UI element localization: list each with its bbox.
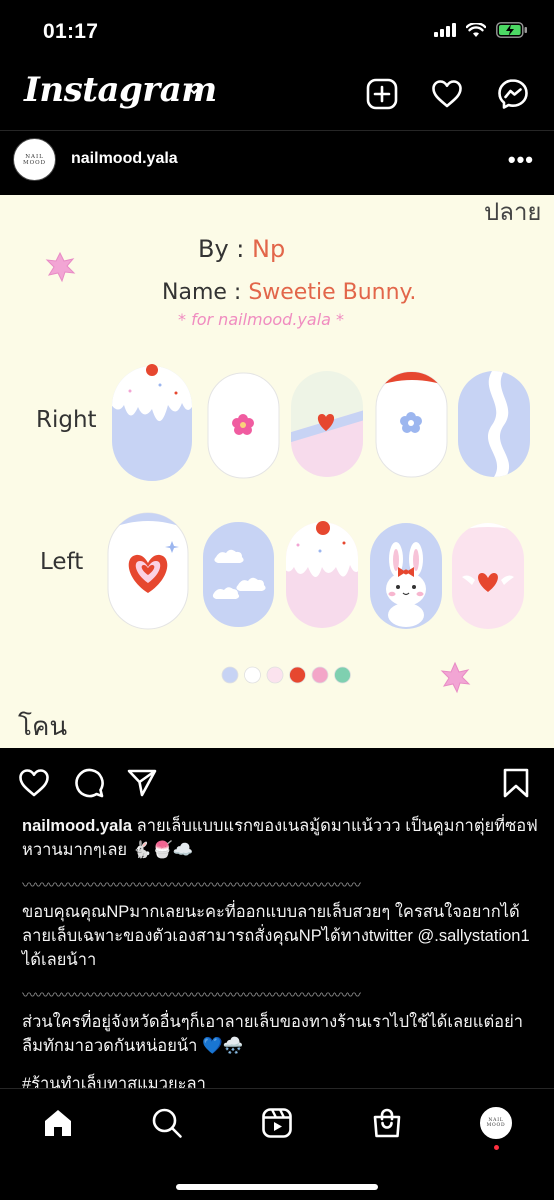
caption-divider: 〰〰〰〰〰〰〰〰〰〰〰〰〰〰〰〰〰〰〰〰〰〰〰〰〰〰 bbox=[22, 877, 361, 893]
nail-left-ring-bunny bbox=[370, 523, 442, 629]
nail-left-middle bbox=[286, 521, 358, 628]
share-button[interactable] bbox=[125, 766, 159, 800]
palette-swatch bbox=[221, 666, 239, 684]
status-time: 01:17 bbox=[43, 20, 99, 43]
by-label: By : bbox=[198, 235, 252, 263]
palette-swatch bbox=[334, 666, 351, 684]
plus-square-icon bbox=[366, 78, 398, 110]
heart-icon bbox=[19, 769, 49, 797]
wifi-icon bbox=[466, 22, 486, 37]
messenger-button[interactable] bbox=[495, 76, 531, 112]
post-header: NAIL MOOD nailmood.yala ••• bbox=[0, 131, 554, 195]
chevron-down-icon[interactable] bbox=[186, 84, 202, 96]
avatar-text-line-2: MOOD bbox=[22, 159, 47, 166]
caption-paragraph-1: nailmood.yala ลายเล็บแบบแรกของเนลมู้ดมาแ… bbox=[22, 814, 538, 862]
home-indicator[interactable] bbox=[176, 1184, 378, 1190]
nav-profile[interactable]: NAIL MOOD bbox=[476, 1103, 516, 1143]
base-label: โคน bbox=[18, 711, 67, 742]
caption-paragraph-2: ขอบคุณคุณNPมากเลยนะคะที่ออกแบบลายเล็บสวย… bbox=[22, 903, 530, 969]
new-post-button[interactable] bbox=[364, 76, 400, 112]
nav-home[interactable] bbox=[38, 1103, 78, 1143]
bookmark-icon bbox=[503, 768, 529, 798]
heart-icon bbox=[432, 80, 462, 108]
activity-button[interactable] bbox=[429, 76, 465, 112]
comment-button[interactable] bbox=[72, 766, 106, 800]
by-line: By : Np bbox=[198, 235, 285, 263]
color-palette bbox=[221, 666, 351, 684]
shopping-bag-icon bbox=[373, 1108, 401, 1138]
save-button[interactable] bbox=[499, 766, 533, 800]
like-button[interactable] bbox=[17, 766, 51, 800]
nail-left-thumb bbox=[107, 512, 189, 630]
nail-left-index bbox=[203, 522, 274, 627]
home-icon bbox=[45, 1110, 71, 1136]
nail-right-thumb bbox=[112, 364, 192, 481]
nail-right-pinky bbox=[458, 371, 530, 477]
app-header: Instagram bbox=[0, 62, 554, 130]
post-caption: nailmood.yala ลายเล็บแบบแรกของเนลมู้ดมาแ… bbox=[22, 814, 538, 1110]
battery-charging-icon bbox=[496, 22, 527, 38]
caption-paragraph-3: ส่วนใครที่อยู่จังหวัดอื่นๆก็เอาลายเล็บขอ… bbox=[22, 1013, 524, 1055]
palette-swatch bbox=[244, 666, 261, 684]
profile-avatar-text-line-2: MOOD bbox=[486, 1123, 506, 1128]
nav-search[interactable] bbox=[147, 1103, 187, 1143]
comment-icon bbox=[75, 768, 104, 798]
caption-username[interactable]: nailmood.yala bbox=[22, 817, 132, 835]
avatar[interactable]: NAIL MOOD bbox=[13, 138, 56, 181]
status-bar: 01:17 bbox=[0, 0, 554, 62]
post-image[interactable]: ปลาย โคน By : Np Name : Sweetie Bunny. *… bbox=[0, 195, 554, 748]
tip-label: ปลาย bbox=[484, 198, 541, 226]
bottom-navigation: NAIL MOOD bbox=[0, 1088, 554, 1200]
messenger-icon bbox=[498, 79, 528, 109]
pink-star-icon bbox=[45, 251, 76, 283]
name-line: Name : Sweetie Bunny. bbox=[162, 280, 416, 305]
nail-left-pinky bbox=[452, 523, 524, 629]
nail-right-middle bbox=[291, 371, 363, 477]
name-value: Sweetie Bunny. bbox=[248, 280, 416, 305]
by-value: Np bbox=[252, 235, 285, 263]
status-icons bbox=[434, 22, 528, 38]
notification-dot bbox=[494, 1145, 499, 1150]
post-username[interactable]: nailmood.yala bbox=[71, 150, 178, 168]
profile-avatar: NAIL MOOD bbox=[480, 1107, 512, 1139]
post-actions bbox=[0, 760, 554, 806]
nav-shop[interactable] bbox=[367, 1103, 407, 1143]
row-label-right: Right bbox=[36, 407, 97, 433]
signal-icon bbox=[434, 23, 456, 37]
pink-star-icon bbox=[440, 661, 471, 694]
row-label-left: Left bbox=[40, 549, 83, 575]
palette-swatch bbox=[266, 666, 284, 684]
nail-right-ring bbox=[375, 371, 448, 478]
palette-swatch bbox=[311, 666, 329, 684]
nail-right-index bbox=[207, 372, 280, 479]
more-options-button[interactable]: ••• bbox=[508, 147, 534, 173]
for-label: * for nailmood.yala * bbox=[178, 310, 344, 329]
reels-icon bbox=[262, 1108, 292, 1138]
send-icon bbox=[127, 769, 157, 797]
name-label: Name : bbox=[162, 280, 248, 305]
palette-swatch bbox=[289, 666, 306, 684]
nav-reels[interactable] bbox=[257, 1103, 297, 1143]
search-icon bbox=[152, 1108, 182, 1138]
caption-divider: 〰〰〰〰〰〰〰〰〰〰〰〰〰〰〰〰〰〰〰〰〰〰〰〰〰〰 bbox=[22, 987, 361, 1003]
nail-design-artwork: ปลาย โคน By : Np Name : Sweetie Bunny. *… bbox=[18, 198, 541, 742]
